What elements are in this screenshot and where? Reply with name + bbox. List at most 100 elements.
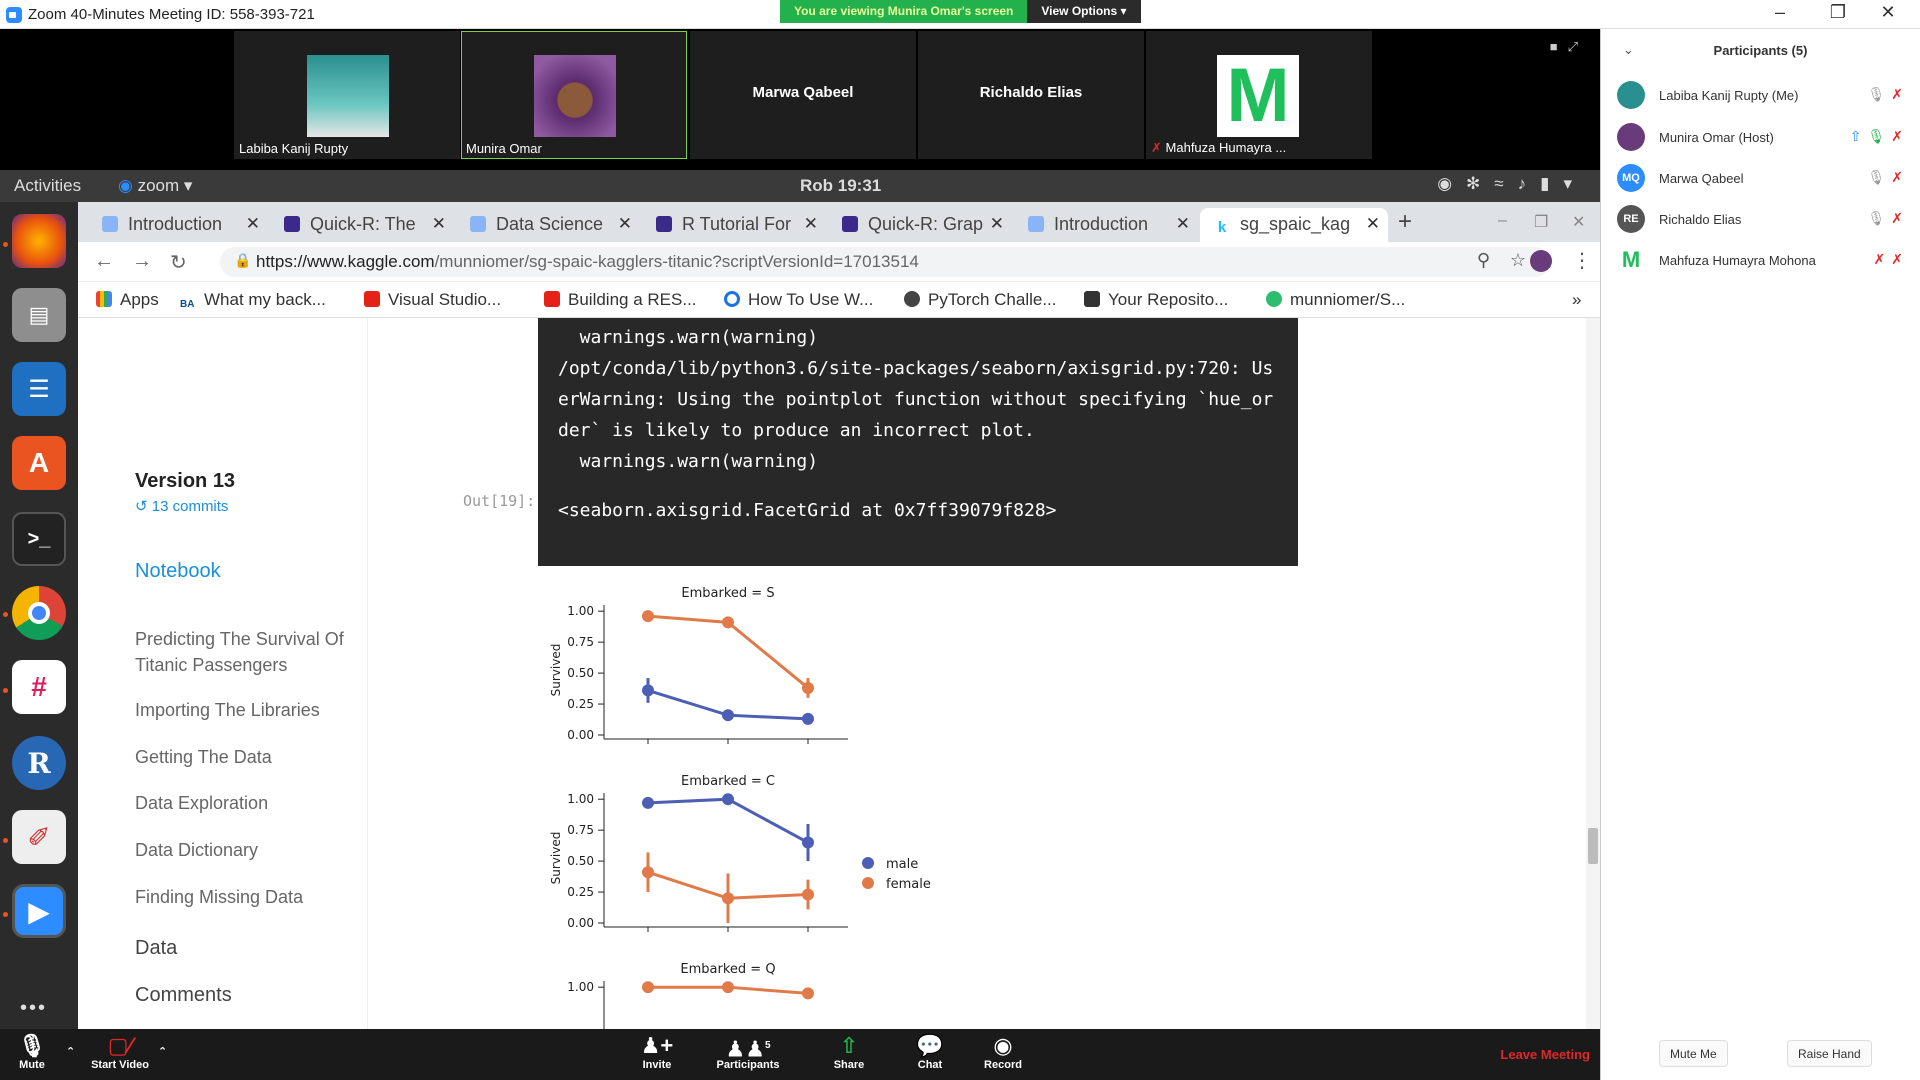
notebook-nav[interactable]: Notebook	[135, 558, 355, 584]
participant-row[interactable]: Labiba Kanij Rupty (Me) 🎙✗	[1617, 81, 1917, 113]
participant-row[interactable]: MQ Marwa Qabeel 🎙✗	[1617, 164, 1917, 196]
tab[interactable]: Data Science ✕	[456, 208, 640, 242]
data-nav[interactable]: Data	[135, 935, 355, 961]
avatar: MQ	[1617, 164, 1645, 192]
zoom-icon[interactable]: ⚲	[1477, 250, 1490, 271]
bookmark[interactable]: Visual Studio...	[364, 290, 501, 310]
bookmark[interactable]: BA What my back...	[180, 290, 326, 315]
r-icon[interactable]: R	[12, 736, 66, 790]
bookmark[interactable]: How To Use W...	[724, 290, 873, 310]
bookmark[interactable]: munniomer/S...	[1266, 290, 1405, 310]
video-tile-munira[interactable]: Munira Omar	[461, 31, 687, 159]
bookmark-star-icon[interactable]: ☆	[1510, 250, 1526, 271]
toc-item[interactable]: Data Dictionary	[135, 837, 355, 863]
tab[interactable]: R Tutorial For ✕	[642, 208, 826, 242]
tab-active[interactable]: k sg_spaic_kag ✕	[1200, 208, 1388, 242]
close-icon[interactable]: ✕	[1572, 212, 1585, 232]
view-options-button[interactable]: View Options ▾	[1027, 0, 1141, 23]
tab-close-icon[interactable]: ✕	[1176, 214, 1190, 234]
zoom-dock-icon[interactable]: ▶	[12, 884, 66, 938]
system-tray[interactable]: ◉✻≈♪▮▾	[1437, 174, 1586, 194]
record-button[interactable]: ◉ Record	[984, 1033, 1022, 1071]
participants-button[interactable]: ♟♟5 Participants	[716, 1033, 780, 1071]
participant-row[interactable]: RE Richaldo Elias 🎙✗	[1617, 205, 1917, 237]
tab-close-icon[interactable]: ✕	[1366, 214, 1380, 234]
toc-item[interactable]: Data Exploration	[135, 790, 355, 816]
data-point	[722, 892, 734, 905]
participant-row[interactable]: Munira Omar (Host) ⇧🎙✗	[1617, 123, 1917, 155]
restore-icon[interactable]: ❐	[1818, 2, 1858, 23]
video-tile-richaldo[interactable]: Richaldo Elias	[918, 31, 1144, 159]
minimize-icon[interactable]: –	[1498, 212, 1507, 230]
tab-close-icon[interactable]: ✕	[804, 214, 818, 234]
menu-icon[interactable]: ⋮	[1572, 248, 1592, 273]
document-viewer-icon[interactable]: ✐	[12, 810, 66, 864]
toc-item[interactable]: Predicting The Survival Of Titanic Passe…	[135, 626, 355, 678]
tab-close-icon[interactable]: ✕	[618, 214, 632, 234]
close-icon[interactable]: ✕	[1868, 2, 1908, 23]
y-tick-label: 1.00	[567, 604, 594, 618]
reload-icon[interactable]: ↻	[170, 250, 187, 275]
running-indicator	[3, 612, 8, 617]
y-tick-label: 1.00	[567, 980, 594, 994]
leave-meeting-button[interactable]: Leave Meeting	[1500, 1047, 1590, 1062]
tab[interactable]: Introduction ✕	[1014, 208, 1198, 242]
start-video-button[interactable]: ▢⁄ Start Video	[88, 1033, 152, 1071]
bookmark-apps[interactable]: Apps	[96, 290, 159, 310]
layout-icons[interactable]: ■⤢	[1550, 39, 1588, 55]
address-bar-row: ← → ↻ 🔒 https://www.kaggle.com/munniomer…	[78, 242, 1600, 282]
toc-item[interactable]: Getting The Data	[135, 744, 355, 770]
participant-row[interactable]: M Mahfuza Humayra Mohona ✗✗	[1617, 246, 1917, 278]
y-tick-label: 0.25	[567, 885, 594, 899]
chat-button[interactable]: 💬 Chat	[915, 1033, 945, 1071]
tab[interactable]: Quick-R: The ✕	[270, 208, 454, 242]
bookmark[interactable]: Your Reposito...	[1084, 290, 1228, 310]
forward-icon[interactable]: →	[132, 250, 152, 273]
bookmark[interactable]: PyTorch Challe...	[904, 290, 1057, 310]
video-tile-mahfuza[interactable]: M ✗ Mahfuza Humayra ...	[1146, 31, 1372, 159]
new-tab-button[interactable]: +	[1398, 208, 1412, 236]
viewing-banner-text: You are viewing Munira Omar's screen	[780, 0, 1028, 23]
tab-close-icon[interactable]: ✕	[990, 214, 1004, 234]
raise-hand-button[interactable]: Raise Hand	[1787, 1040, 1872, 1067]
profile-avatar[interactable]	[1530, 250, 1552, 272]
chrome-window: Introduction ✕ Quick-R: The ✕ Data Science…	[78, 202, 1600, 1029]
chrome-icon[interactable]	[12, 586, 66, 640]
writer-icon[interactable]: ☰	[12, 362, 66, 416]
activities-button[interactable]: Activities	[14, 176, 81, 196]
clock[interactable]: Rob 19:31	[800, 176, 881, 196]
toc-item[interactable]: Importing The Libraries	[135, 697, 355, 723]
audio-options-icon[interactable]: ⌃	[66, 1045, 75, 1058]
video-options-icon[interactable]: ⌃	[158, 1045, 167, 1058]
mute-button[interactable]: 🎙 Mute	[14, 1033, 50, 1071]
restore-icon[interactable]: ❐	[1534, 212, 1548, 232]
show-apps-icon[interactable]: •••	[20, 997, 47, 1020]
page-scrollbar[interactable]	[1586, 318, 1600, 1029]
video-strip: Labiba Kanij Rupty Munira Omar Marwa Qab…	[0, 29, 1600, 170]
slack-icon[interactable]: #	[12, 660, 66, 714]
minimize-icon[interactable]: –	[1760, 2, 1800, 23]
bookmark[interactable]: Building a RES...	[544, 290, 697, 310]
software-icon[interactable]: A	[12, 436, 66, 490]
tab-close-icon[interactable]: ✕	[432, 214, 446, 234]
video-tile-marwa[interactable]: Marwa Qabeel	[690, 31, 916, 159]
more-bookmarks-icon[interactable]: »	[1572, 290, 1581, 310]
terminal-icon[interactable]: >_	[12, 512, 66, 566]
tab[interactable]: Quick-R: Grap ✕	[828, 208, 1012, 242]
firefox-icon[interactable]	[12, 214, 66, 268]
comments-nav[interactable]: Comments	[135, 982, 355, 1008]
share-button[interactable]: ⇧ Share	[832, 1033, 866, 1071]
app-menu[interactable]: ◉ zoom ▾	[118, 176, 192, 196]
scrollbar-thumb[interactable]	[1588, 828, 1598, 864]
tab[interactable]: Introduction ✕	[88, 208, 268, 242]
url-input[interactable]: 🔒 https://www.kaggle.com/munniomer/sg-sp…	[220, 247, 1550, 277]
files-icon[interactable]: ▤	[12, 288, 66, 342]
y-tick-label: 1.00	[567, 792, 594, 806]
video-tile-labiba[interactable]: Labiba Kanij Rupty	[234, 31, 460, 159]
tab-close-icon[interactable]: ✕	[246, 214, 260, 234]
toc-item[interactable]: Finding Missing Data	[135, 884, 355, 910]
mute-me-button[interactable]: Mute Me	[1659, 1040, 1728, 1067]
back-icon[interactable]: ←	[94, 250, 114, 273]
invite-button[interactable]: ♟+ Invite	[640, 1033, 674, 1071]
commits-link[interactable]: ↺ 13 commits	[135, 494, 355, 520]
